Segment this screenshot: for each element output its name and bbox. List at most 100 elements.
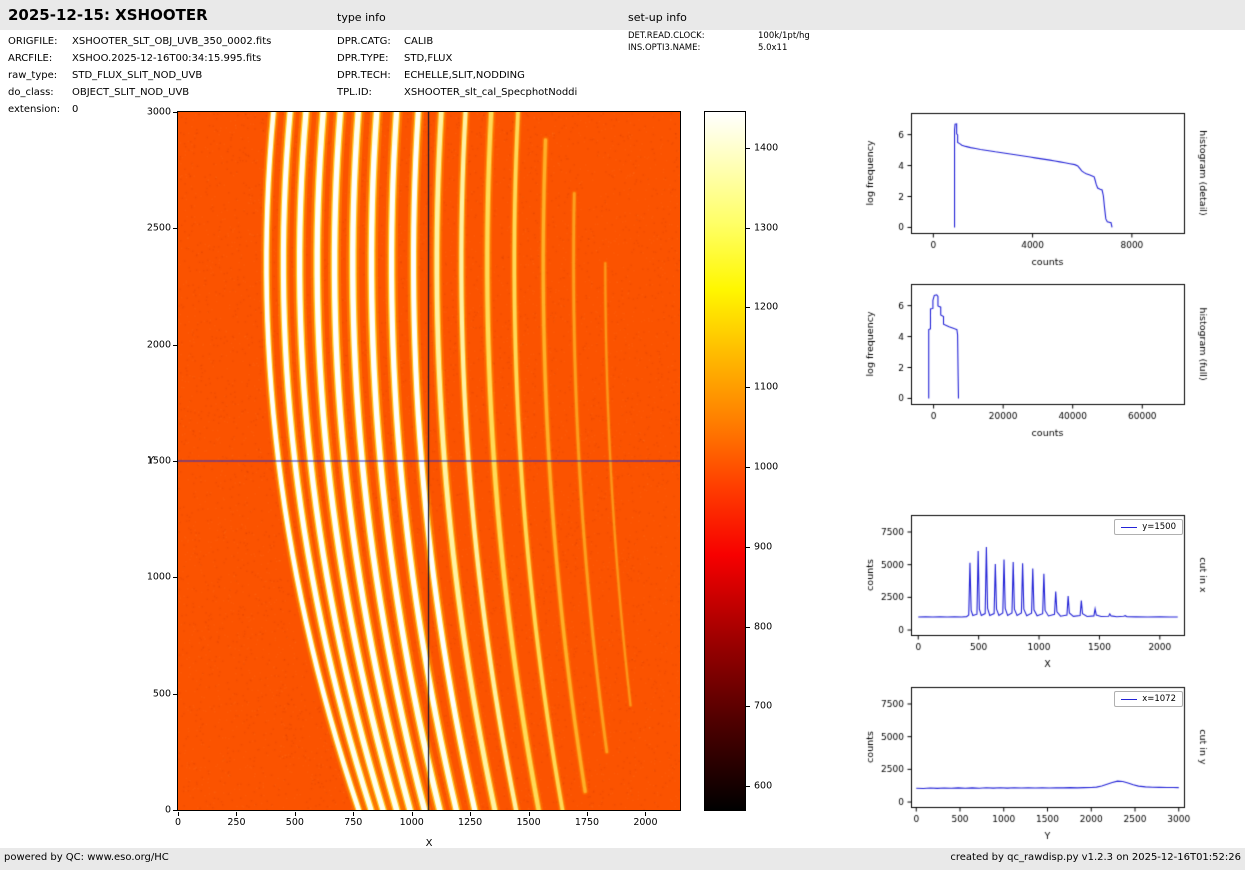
info-value: 100k/1pt/hg — [758, 31, 810, 43]
tick-mark — [236, 812, 237, 816]
tick-mark — [173, 112, 177, 113]
colorbar-tick-label: 600 — [754, 781, 772, 792]
info-row: TPL.ID: XSHOOTER_slt_cal_SpecphotNoddi — [337, 84, 577, 101]
tick-mark — [746, 467, 750, 468]
histogram-full-plot — [858, 274, 1210, 449]
info-row: DPR.TECH: ECHELLE,SLIT,NODDING — [337, 67, 577, 84]
tick-mark — [645, 812, 646, 816]
tick-label: 0 — [175, 817, 181, 828]
info-label: ARCFILE: — [8, 50, 72, 67]
colorbar-tick-label: 700 — [754, 701, 772, 712]
tick-label: 500 — [135, 688, 171, 699]
info-value: XSHOOTER_SLT_OBJ_UVB_350_0002.fits — [72, 33, 271, 50]
info-value: STD_FLUX_SLIT_NOD_UVB — [72, 67, 202, 84]
tick-label: 2000 — [135, 339, 171, 350]
tick-label: 2000 — [633, 817, 657, 828]
info-label: extension: — [8, 101, 72, 118]
colorbar-gradient — [705, 112, 745, 810]
tick-mark — [746, 627, 750, 628]
info-value: 5.0x11 — [758, 43, 787, 55]
raw-frame-xlabel: X — [426, 838, 433, 849]
legend-line-sample — [1121, 527, 1137, 528]
footer-created-by: created by qc_rawdisp.py v1.2.3 on 2025-… — [950, 852, 1241, 863]
colorbar-tick-label: 1400 — [754, 142, 778, 153]
legend-cut-x: y=1500 — [1114, 519, 1183, 535]
raw-frame-image — [178, 112, 680, 810]
colorbar-tick-label: 1000 — [754, 461, 778, 472]
info-row: raw_type: STD_FLUX_SLIT_NOD_UVB — [8, 67, 271, 84]
tick-label: 1750 — [575, 817, 599, 828]
info-label: DET.READ.CLOCK: — [628, 31, 758, 43]
info-row: ARCFILE: XSHOO.2025-12-16T00:34:15.995.fi… — [8, 50, 271, 67]
legend-line-sample — [1121, 699, 1137, 700]
file-info-column: ORIGFILE: XSHOOTER_SLT_OBJ_UVB_350_0002.f… — [8, 33, 271, 118]
tick-mark — [173, 577, 177, 578]
info-label: DPR.CATG: — [337, 33, 404, 50]
tick-mark — [178, 812, 179, 816]
tick-label: 3000 — [135, 107, 171, 118]
page-title: 2025-12-15: XSHOOTER — [8, 6, 208, 24]
info-value: ECHELLE,SLIT,NODDING — [404, 67, 525, 84]
info-row: do_class: OBJECT_SLIT_NOD_UVB — [8, 84, 271, 101]
colorbar-tick-label: 1300 — [754, 222, 778, 233]
tick-label: 250 — [227, 817, 245, 828]
footer-powered-by: powered by QC: www.eso.org/HC — [4, 852, 169, 863]
colorbar-tick-label: 800 — [754, 621, 772, 632]
info-value: CALIB — [404, 33, 433, 50]
info-row: INS.OPTI3.NAME: 5.0x11 — [628, 43, 810, 55]
info-value: STD,FLUX — [404, 50, 452, 67]
colorbar-tick-label: 1200 — [754, 302, 778, 313]
tick-mark — [746, 307, 750, 308]
info-label: ORIGFILE: — [8, 33, 72, 50]
info-label: TPL.ID: — [337, 84, 404, 101]
legend-cut-y: x=1072 — [1114, 691, 1183, 707]
raw-frame-ylabel: Y — [148, 455, 154, 466]
legend-label: y=1500 — [1142, 522, 1176, 532]
info-label: raw_type: — [8, 67, 72, 84]
type-info-column: DPR.CATG: CALIB DPR.TYPE: STD,FLUX DPR.TECH:… — [337, 33, 577, 101]
tick-label: 2500 — [135, 223, 171, 234]
tick-label: 1000 — [400, 817, 424, 828]
tick-mark — [173, 694, 177, 695]
tick-mark — [295, 812, 296, 816]
info-value: XSHOO.2025-12-16T00:34:15.995.fits — [72, 50, 261, 67]
tick-mark — [173, 461, 177, 462]
histogram-detail-plot — [858, 103, 1210, 278]
colorbar — [704, 111, 746, 811]
legend-label: x=1072 — [1142, 694, 1176, 704]
setup-info-heading: set-up info — [628, 11, 687, 24]
tick-label: 750 — [344, 817, 362, 828]
colorbar-tick-label: 1100 — [754, 382, 778, 393]
tick-mark — [746, 387, 750, 388]
tick-mark — [746, 706, 750, 707]
info-row: DPR.TYPE: STD,FLUX — [337, 50, 577, 67]
tick-mark — [746, 228, 750, 229]
type-info-heading: type info — [337, 11, 386, 24]
setup-info-column: DET.READ.CLOCK: 100k/1pt/hg INS.OPTI3.NAME… — [628, 31, 810, 54]
qc-report-page: 2025-12-15: XSHOOTER type info set-up in… — [0, 0, 1245, 870]
colorbar-tick-label: 900 — [754, 541, 772, 552]
info-value: 0 — [72, 101, 78, 118]
info-label: DPR.TYPE: — [337, 50, 404, 67]
tick-mark — [746, 786, 750, 787]
info-label: do_class: — [8, 84, 72, 101]
info-value: XSHOOTER_slt_cal_SpecphotNoddi — [404, 84, 577, 101]
tick-mark — [746, 148, 750, 149]
tick-mark — [412, 812, 413, 816]
tick-mark — [173, 345, 177, 346]
info-label: DPR.TECH: — [337, 67, 404, 84]
info-row: DPR.CATG: CALIB — [337, 33, 577, 50]
tick-mark — [173, 228, 177, 229]
raw-frame-plot — [177, 111, 681, 811]
tick-mark — [470, 812, 471, 816]
tick-mark — [353, 812, 354, 816]
info-row: DET.READ.CLOCK: 100k/1pt/hg — [628, 31, 810, 43]
info-value: OBJECT_SLIT_NOD_UVB — [72, 84, 189, 101]
tick-mark — [529, 812, 530, 816]
tick-mark — [746, 547, 750, 548]
tick-mark — [587, 812, 588, 816]
info-row: ORIGFILE: XSHOOTER_SLT_OBJ_UVB_350_0002.f… — [8, 33, 271, 50]
tick-mark — [173, 810, 177, 811]
tick-label: 1000 — [135, 572, 171, 583]
tick-label: 1500 — [516, 817, 540, 828]
